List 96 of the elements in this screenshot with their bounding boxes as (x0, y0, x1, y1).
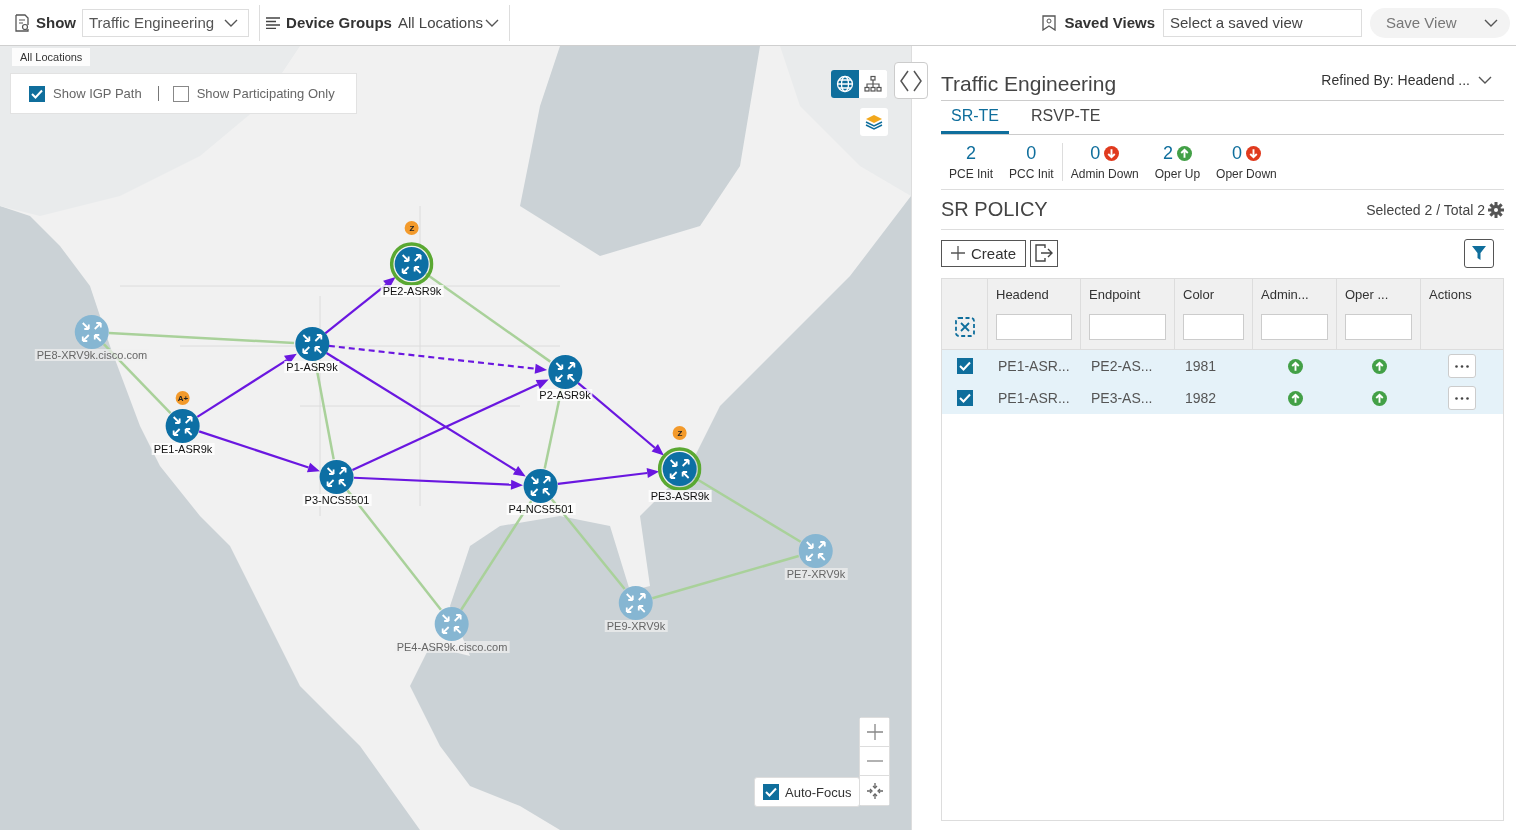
node-label: PE2-ASR9k (380, 285, 444, 297)
device-groups-dropdown[interactable]: All Locations (397, 14, 499, 31)
table-cell: PE2-AS... (1091, 358, 1153, 374)
stat-label: Admin Down (1070, 167, 1139, 181)
column-filter-field[interactable] (1089, 314, 1166, 340)
checkbox[interactable] (957, 358, 973, 374)
stat-value[interactable]: 0 (1026, 143, 1037, 164)
column-header[interactable]: Color (1183, 287, 1244, 302)
create-button[interactable]: Create (941, 239, 1027, 267)
checkbox[interactable] (763, 784, 779, 800)
deselect-all-icon[interactable] (954, 317, 975, 337)
router-icon[interactable] (319, 459, 355, 495)
filter-button[interactable] (1464, 238, 1494, 268)
table-cell: PE3-AS... (1091, 390, 1153, 406)
checkbox[interactable] (29, 85, 45, 102)
stat-label: PCC Init (1009, 167, 1054, 181)
router-icon[interactable] (165, 408, 201, 444)
column-filter-field[interactable] (1345, 314, 1412, 340)
caret-icon (485, 18, 499, 27)
minus-icon (866, 760, 883, 762)
layers-button[interactable] (860, 108, 888, 136)
export-button[interactable] (1030, 239, 1059, 267)
node-label: PE3-ASR9k (648, 490, 712, 502)
option-label: Show IGP Path (53, 86, 142, 101)
export-icon (1035, 244, 1054, 262)
node-label: P1-ASR9k (284, 361, 340, 373)
auto-focus-label: Auto-Focus (785, 784, 852, 800)
layers-icon (865, 113, 883, 131)
router-icon[interactable] (294, 326, 330, 362)
show-label: Show (36, 14, 76, 31)
column-header[interactable]: Endpoint (1089, 287, 1166, 302)
more-icon (1455, 364, 1469, 368)
router-icon[interactable] (390, 242, 434, 286)
table-cell: 1982 (1185, 390, 1217, 406)
column-header[interactable]: Oper ... (1345, 287, 1412, 302)
show-dropdown[interactable]: Traffic Engineering (82, 8, 250, 37)
plus-icon (951, 246, 965, 260)
document-icon (14, 13, 30, 32)
checkbox[interactable] (172, 85, 189, 102)
fit-icon (866, 782, 883, 799)
save-view-button[interactable]: Save View (1370, 7, 1510, 38)
stat-label: Oper Up (1154, 167, 1201, 181)
table-cell: PE1-ASR... (998, 390, 1070, 406)
stat-value[interactable]: 2 (1162, 143, 1173, 164)
node-label: PE9-XRV9k (604, 620, 668, 632)
refined-by-dropdown[interactable]: Refined By: Headend ... (1321, 72, 1504, 88)
code-brackets-icon (899, 68, 923, 93)
breadcrumb: All Locations (12, 48, 91, 66)
router-icon[interactable] (523, 468, 559, 504)
panel-title: Traffic Engineering (941, 71, 1117, 96)
column-filter-field[interactable] (1261, 314, 1328, 340)
actions-button[interactable] (1448, 354, 1476, 378)
bookmark-icon (1042, 14, 1057, 31)
node-label: PE7-XRV9k (784, 568, 848, 580)
caret-icon (1484, 18, 1498, 27)
hierarchy-icon (864, 75, 882, 93)
device-groups-label: Device Groups (286, 14, 392, 31)
table-cell: PE1-ASR... (998, 358, 1070, 374)
selection-summary: Selected 2 / Total 2 (1366, 201, 1485, 218)
filter-icon (1472, 246, 1486, 260)
checkbox[interactable] (957, 390, 973, 406)
caret-icon (224, 18, 239, 27)
section-title: SR POLICY (941, 198, 1048, 221)
stat-label: PCE Init (949, 167, 993, 181)
node-label: PE1-ASR9k (151, 443, 215, 455)
globe-icon (836, 75, 854, 93)
column-filter-field[interactable] (1183, 314, 1244, 340)
collapse-button[interactable] (894, 62, 928, 99)
actions-button[interactable] (1448, 386, 1476, 410)
tab[interactable]: SR-TE (941, 101, 1009, 134)
node-label: PE4-ASR9k.cisco.com (394, 641, 510, 653)
more-icon (1455, 396, 1469, 400)
caret-icon (1478, 76, 1492, 84)
column-header[interactable]: Headend (996, 287, 1072, 302)
column-header[interactable]: Actions (1429, 287, 1495, 302)
router-icon[interactable] (658, 447, 702, 491)
table-cell: 1981 (1185, 358, 1217, 374)
node-label: P4-NCS5501 (506, 503, 576, 515)
router-icon[interactable] (547, 354, 583, 390)
tab[interactable]: RSVP-TE (1021, 101, 1111, 134)
option-label: Show Participating Only (196, 86, 335, 101)
settings-icon[interactable] (1488, 201, 1504, 218)
stat-value[interactable]: 2 (966, 143, 976, 164)
column-header[interactable]: Admin... (1261, 287, 1328, 302)
stat-value[interactable]: 0 (1231, 143, 1242, 164)
view-toggle[interactable] (831, 70, 859, 98)
saved-view-field[interactable]: Select a saved view (1163, 8, 1362, 37)
list-icon (266, 16, 281, 29)
stat-value[interactable]: 0 (1090, 143, 1101, 164)
node-label: P2-ASR9k (537, 389, 593, 401)
node-label: PE8-XRV9k.cisco.com (34, 349, 150, 361)
saved-views-label: Saved Views (1064, 14, 1155, 31)
plus-icon (866, 724, 883, 740)
column-filter-field[interactable] (996, 314, 1072, 340)
stat-label: Oper Down (1216, 167, 1277, 181)
node-label: P3-NCS5501 (302, 494, 372, 506)
